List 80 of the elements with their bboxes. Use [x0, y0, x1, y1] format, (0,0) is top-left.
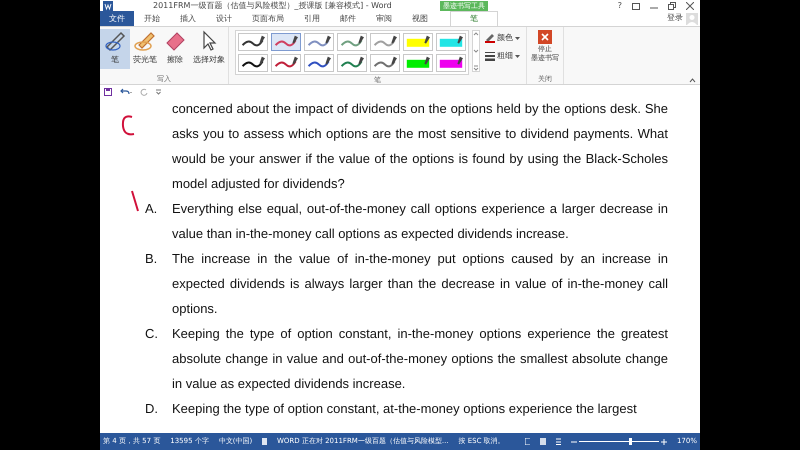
ribbon-tab[interactable]: 开始	[134, 11, 170, 26]
zoom-thumb[interactable]	[628, 438, 632, 445]
ribbon-tab[interactable]: 页面布局	[242, 11, 294, 26]
ribbon-tab[interactable]: 邮件	[330, 11, 366, 26]
pen-swatch[interactable]	[238, 54, 268, 72]
option-letter: A.	[145, 200, 158, 218]
close-icon[interactable]	[686, 2, 694, 10]
expand-gallery-icon[interactable]	[473, 65, 479, 71]
pen-tip-icon	[457, 36, 463, 44]
pen-swatch[interactable]	[436, 33, 466, 51]
pen-swatch[interactable]	[436, 54, 466, 72]
pen-tip-icon	[325, 56, 331, 65]
pen-swatch[interactable]	[370, 54, 400, 72]
option-letter: C.	[145, 325, 159, 343]
pen-tip-icon	[457, 56, 463, 65]
pen-swatch[interactable]	[337, 54, 367, 72]
question-text: concerned about the impact of dividends on the options held by the options desk. She asks you to assess which options are the most sensitive to dividend payments. What would be your answer if the value of the options is found by using the Black-Scholes model adjusted for dividends?	[172, 100, 668, 193]
ribbon-tab[interactable]: 引用	[294, 11, 330, 26]
read-mode-icon[interactable]	[524, 438, 530, 445]
ribbon-tab[interactable]: 插入	[170, 11, 206, 26]
sign-in-link[interactable]: 登录	[667, 12, 683, 24]
ribbon-display-icon[interactable]	[632, 2, 640, 10]
option-text: Keeping the type of option constant, in-the-money options experience the greatest absolute change in value and out-of-the-money options the smallest absolute change in value as expected dividends increase.	[172, 325, 668, 393]
caret-icon	[515, 54, 520, 58]
pen-tip-icon	[325, 36, 331, 44]
pen-swatch[interactable]	[271, 54, 301, 72]
line-weight-icon	[485, 51, 495, 61]
pen-swatch[interactable]	[403, 54, 433, 72]
pen-swatch[interactable]	[337, 33, 367, 51]
ink-tool-button[interactable]: 擦除	[160, 29, 190, 69]
help-button[interactable]: ?	[618, 0, 622, 12]
ink-letter-drawing	[120, 114, 136, 138]
pen-tip-icon	[259, 36, 265, 44]
ink-tool-button[interactable]: 荧光笔	[130, 29, 160, 69]
save-icon[interactable]	[104, 88, 112, 96]
pen-swatch[interactable]	[403, 33, 433, 51]
option-text: Keeping the type of option constant, at-the-money options experience the largest	[172, 400, 638, 418]
thickness-button[interactable]: 粗细	[485, 50, 520, 62]
ink-tick-drawing	[130, 190, 140, 212]
pen-icon	[103, 29, 127, 53]
pen-swatch[interactable]	[370, 33, 400, 51]
scroll-up-icon[interactable]	[473, 31, 479, 37]
option-text: Everything else equal, out-of-the-money call options experience a larger decrease in value than in-the-money call options as expected dividends increase.	[172, 200, 668, 243]
pen-swatch[interactable]	[304, 33, 334, 51]
caret-icon	[515, 36, 520, 40]
document-icon	[262, 438, 267, 445]
ribbon-tab[interactable]: 审阅	[366, 11, 402, 26]
pen-tip-icon	[424, 56, 430, 65]
zoom-out-icon[interactable]	[570, 438, 577, 444]
zoom-in-icon[interactable]	[660, 438, 667, 444]
undo-icon[interactable]	[120, 88, 132, 96]
scroll-down-icon[interactable]	[473, 48, 479, 54]
collapse-ribbon-icon[interactable]	[689, 78, 696, 83]
color-button[interactable]: 颜色	[485, 32, 520, 44]
customize-icon[interactable]	[156, 88, 161, 94]
pen-color-icon	[485, 33, 495, 43]
pen-tip-icon	[358, 56, 364, 65]
ribbon-tab[interactable]: 笔	[450, 11, 498, 26]
pen-swatch[interactable]	[304, 54, 334, 72]
web-layout-icon[interactable]	[556, 438, 561, 445]
pen-tip-icon	[391, 36, 397, 44]
ink-tool-button[interactable]: 笔	[100, 29, 130, 69]
ribbon-tab[interactable]: 设计	[206, 11, 242, 26]
option-letter: B.	[145, 250, 158, 268]
pen-tip-icon	[391, 56, 397, 65]
pen-tip-icon	[259, 56, 265, 65]
pen-tip-icon	[424, 36, 430, 44]
pen-tip-icon	[358, 36, 364, 44]
ink-tool-button[interactable]: 选择对象	[190, 29, 228, 69]
ribbon-tab[interactable]: 视图	[402, 11, 438, 26]
close-icon	[538, 30, 552, 44]
pen-tip-icon	[292, 36, 298, 44]
pen-swatch[interactable]	[238, 33, 268, 51]
option-text: The increase in the value of in-the-money put options caused by an increase in expected dividends is always larger than the decrease in value of in-the-money call options.	[172, 250, 668, 318]
ribbon-tab[interactable]: 文件	[100, 11, 134, 26]
pen-tip-icon	[292, 56, 298, 65]
window-title: 2011FRM一级百题（估值与风险模型）_授课版 [兼容模式] - Word	[153, 0, 392, 12]
restore-icon[interactable]	[668, 2, 676, 10]
option-letter: D.	[145, 400, 159, 418]
pen-swatch[interactable]	[271, 33, 301, 51]
